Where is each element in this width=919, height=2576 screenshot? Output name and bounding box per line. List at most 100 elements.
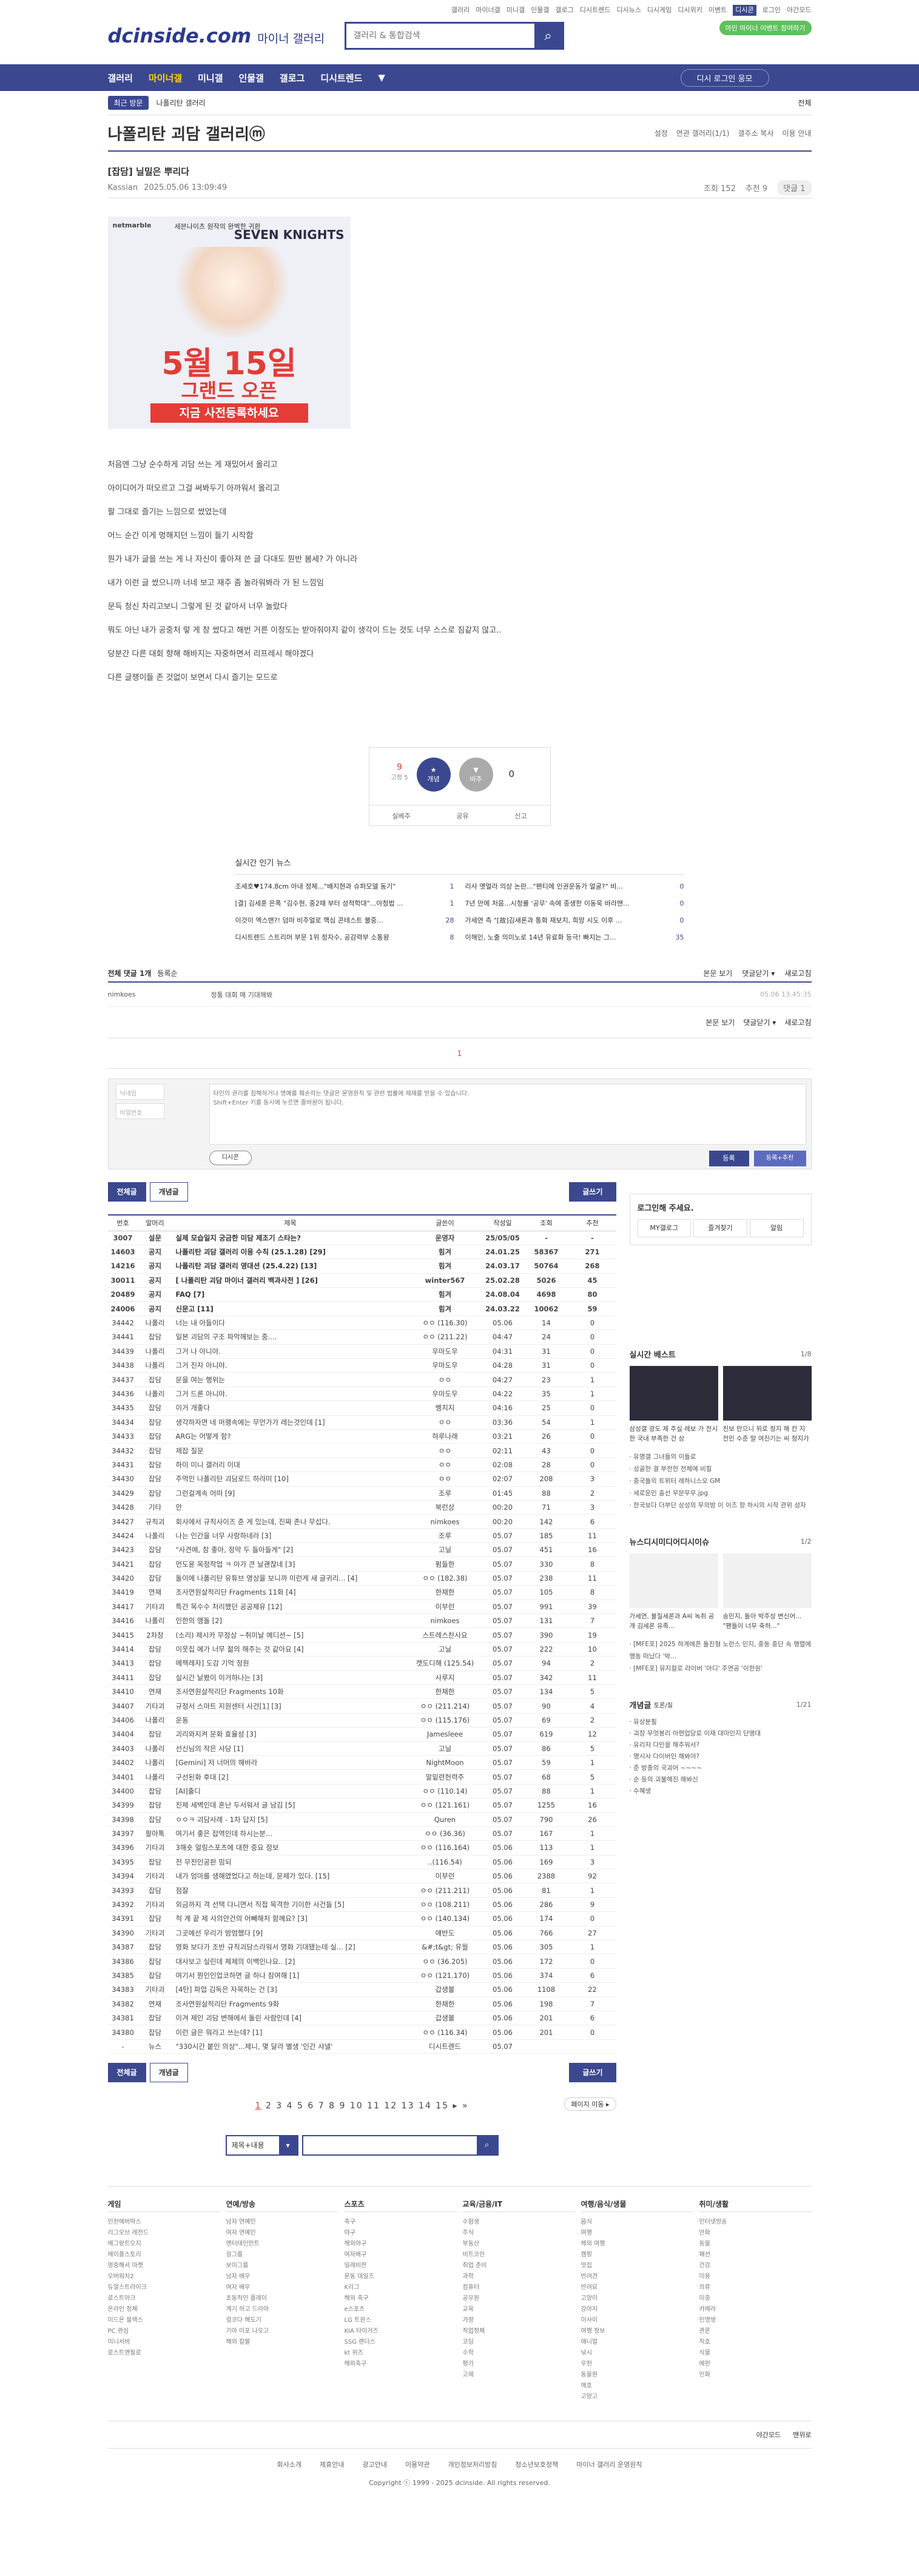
footer-link[interactable]: 관론 [699, 2326, 812, 2337]
comment-action[interactable]: 댓글닫기 ▾ [743, 1017, 776, 1027]
news-thumb[interactable]: 가세연, 불질세론과 A씨 녹취 공개 김세론 유족... [629, 1553, 718, 1632]
footer-policy[interactable]: 마이너 갤러리 운영원칙 [576, 2460, 642, 2469]
footer-link[interactable]: SSG 랜더스 [345, 2337, 457, 2348]
table-row[interactable]: 34429 잡담 그런걸계속 어떠 [9] 조루 01:45 88 2 [107, 1486, 616, 1501]
gallery-option[interactable]: 갤주소 복사 [738, 128, 774, 138]
table-cell[interactable]: 먼도윤 목정작업 ㅋ 아가 큰 날괜찮네 [3] [172, 1556, 409, 1572]
table-cell[interactable]: Quren [408, 1812, 482, 1827]
table-cell[interactable]: 스트레스찬사요 [408, 1627, 482, 1643]
table-cell[interactable]: ㅇㅇㅋ 괴담사례 - 1차 답지 [5] [172, 1812, 409, 1827]
footer-link[interactable]: 미니서버 [108, 2337, 220, 2348]
util-link[interactable]: 이벤트 [709, 5, 727, 16]
util-link[interactable]: 디시위키 [678, 5, 702, 16]
page-link[interactable]: 8 [329, 2101, 335, 2111]
footer-link[interactable]: 우천 [581, 2359, 693, 2370]
tab-concept[interactable]: 개념글 [149, 1182, 188, 1202]
gnb-item[interactable]: 미니갤 [198, 72, 223, 84]
table-cell[interactable]: 우마도우 [408, 1358, 482, 1373]
table-cell[interactable]: FAQ [7] [172, 1287, 409, 1302]
table-cell[interactable]: 고닐 [408, 1642, 482, 1657]
table-row[interactable]: 34417 기타괴 특간 목수수 처리했던 공공체유 [12] 이부런 05.07 991… [107, 1599, 616, 1615]
table-row[interactable]: 34430 잡담 주먹인 나폴리탄 괴담로드 하라미 [10] ㅇㅇ 02:07 208 3 [107, 1471, 616, 1487]
util-link[interactable]: 미니갤 [507, 5, 525, 16]
table-cell[interactable]: 우마도우 [408, 1387, 482, 1402]
table-cell[interactable]: 생각하자면 네 머랭속에는 무언가가 레는것인데 [1] [172, 1415, 409, 1430]
footer-link[interactable]: 초동적인 플레이 [226, 2293, 338, 2304]
footer-link[interactable]: 동물원 [581, 2370, 693, 2381]
table-cell[interactable]: nimkoes [408, 1514, 482, 1529]
table-cell[interactable]: &#;t&gt; 유월 [408, 1940, 482, 1955]
footer-policy[interactable]: 개인정보처리방침 [448, 2460, 497, 2469]
table-cell[interactable]: 그거 나 아니야. [172, 1344, 409, 1359]
side-login-button[interactable]: MY갤로그 [637, 1219, 692, 1237]
comment-action[interactable]: 본문 보기 [703, 968, 732, 978]
news-side-item[interactable]: · [MFE포] 2025 하계에픈 돌진형 노런스 민지, 중동 중단 속 행… [630, 1638, 812, 1663]
footer-link[interactable]: PC 관심 [108, 2326, 220, 2337]
table-cell[interactable]: ㅇㅇ (36.205) [408, 1954, 482, 1969]
footer-link[interactable]: 해외야구 [345, 2239, 457, 2250]
table-cell[interactable]: 갑생볼 [408, 1982, 482, 1997]
best-item[interactable]: · 세로운인 출선 무문무무.jpg [630, 1487, 812, 1499]
table-cell[interactable]: 이부런 [408, 1869, 482, 1884]
table-cell[interactable]: ㅇㅇ (115.176) [408, 1713, 482, 1728]
search-type-select[interactable]: 제목+내용 ▾ [225, 2135, 298, 2156]
footer-link[interactable]: 비트코인 [463, 2250, 575, 2261]
footer-link[interactable]: 온라인 정체 [108, 2304, 220, 2315]
table-cell[interactable]: 규정서 스마트 지원센터 사건[1] [3] [172, 1698, 409, 1713]
table-row[interactable]: 24006 공지 신문고 [11] 힘겨 24.03.22 10062 59 [107, 1301, 616, 1316]
footer-link[interactable]: 오버워치2 [108, 2272, 220, 2282]
footer-link[interactable]: 반려묘 [581, 2282, 693, 2293]
footer-link[interactable]: 미용 [699, 2272, 812, 2282]
table-row[interactable]: 34432 잡담 제잡 질문 ㅇㅇ 02:11 43 0 [107, 1443, 616, 1458]
news-item[interactable]: 7년 만에 처음...시청률 '공무' 속에 종생한 이동욱 바라맨... 0 [465, 895, 684, 912]
footer-link[interactable]: 낚시 [581, 2348, 693, 2359]
table-cell[interactable]: ARG는 어떻게 함? [172, 1429, 409, 1444]
comment-action[interactable]: 새로고침 [784, 1017, 811, 1027]
write-button[interactable]: 글쓰기 [569, 1182, 616, 1202]
footer-link[interactable]: 주식 [463, 2228, 575, 2239]
ad-cta[interactable]: 지금 사전등록하세요 [150, 403, 308, 423]
table-cell[interactable]: 고닐 [408, 1542, 482, 1558]
table-row[interactable]: 34393 잡담 점잘 ㅇㅇ (211.211) 05.06 81 1 [107, 1883, 616, 1898]
table-row[interactable]: 34441 잡담 일본 괴담의 구조 파악해보는 중.... ㅇㅇ (211.22) 0… [107, 1330, 616, 1345]
write-button-bottom[interactable]: 글쓰기 [569, 2063, 616, 2083]
gallery-option[interactable]: 이용 안내 [783, 128, 812, 138]
more-icon[interactable]: ▼ [378, 72, 385, 83]
table-cell[interactable]: ㅇㅇ (110.14) [408, 1784, 482, 1799]
table-cell[interactable]: 제잡 질문 [172, 1443, 409, 1458]
table-cell[interactable]: "330시간 붙인 의상"...제니, 몇 달라 별생 '인간 샤넬' [172, 2039, 409, 2054]
table-cell[interactable]: 내가 엄마를 생해였었다고 하는데, 문제가 있다. [15] [172, 1869, 409, 1884]
table-cell[interactable]: 조루 [408, 1486, 482, 1501]
footer-link[interactable]: 걸코다 해도기 [226, 2315, 338, 2326]
table-cell[interactable]: 특간 목수수 처리했던 공공체유 [12] [172, 1599, 409, 1615]
comment-page[interactable]: 1 [107, 1038, 812, 1069]
table-cell[interactable]: 조사연원살적리단 Fragments 9화 [172, 1997, 409, 2011]
promo-badge[interactable]: 마인 마이너 이벤트 참여하기 [719, 21, 812, 35]
tab-concept-bottom[interactable]: 개념글 [149, 2063, 188, 2083]
table-cell[interactable]: 펌들한 [408, 1556, 482, 1572]
footer-link[interactable]: 취업 준비 [463, 2261, 575, 2272]
side-login-button[interactable]: 즐겨찾기 [693, 1219, 747, 1237]
submit-button[interactable]: 등록 [709, 1151, 749, 1166]
news-tab[interactable]: 뉴스 [630, 1536, 644, 1547]
table-cell[interactable]: NightMoon [408, 1755, 482, 1771]
table-row[interactable]: 14216 공지 나폴리탄 괴담 갤러리 영대션 (25.4.22) [13] 힘겨 2… [107, 1259, 616, 1274]
table-cell[interactable]: 조루 [408, 1528, 482, 1544]
footer-link[interactable]: 고제 [463, 2370, 575, 2381]
concept-item[interactable]: · 순 등의 괴물해진 해봐신 [630, 1774, 812, 1786]
table-row[interactable]: 34385 잡담 여기서 뭔인인업코하면 글 하나 참여해 [1] ㅇㅇ (121.1… [107, 1968, 616, 1983]
table-row[interactable]: 3007 설문 실제 모습일지 궁금한 미담 제조기 스타는? 운영자 25/05/05… [107, 1231, 616, 1245]
footer-link[interactable]: 수학 [463, 2348, 575, 2359]
table-cell[interactable]: Jamesleee [408, 1727, 482, 1742]
table-cell[interactable]: (소리) 제시카 무정상 ~취미날 예디션~ [5] [172, 1627, 409, 1643]
table-cell[interactable]: 괴리와지켜 문화 효율성 [3] [172, 1727, 409, 1742]
footer-link[interactable]: 남자 배우 [226, 2272, 338, 2282]
table-cell[interactable]: 북런상 [408, 1500, 482, 1515]
footer-link[interactable]: e스포츠 [345, 2304, 457, 2315]
table-cell[interactable]: nimkoes [408, 1613, 482, 1629]
footer-link[interactable]: 의류 [699, 2282, 812, 2293]
footer-link[interactable]: 일레비전 [345, 2261, 457, 2272]
footer-link[interactable]: 여행 정보 [581, 2326, 693, 2337]
table-cell[interactable]: 실제 모습일지 궁금한 미담 제조기 스타는? [172, 1231, 409, 1245]
table-cell[interactable]: ㅇㅇ (182.38) [408, 1571, 482, 1586]
